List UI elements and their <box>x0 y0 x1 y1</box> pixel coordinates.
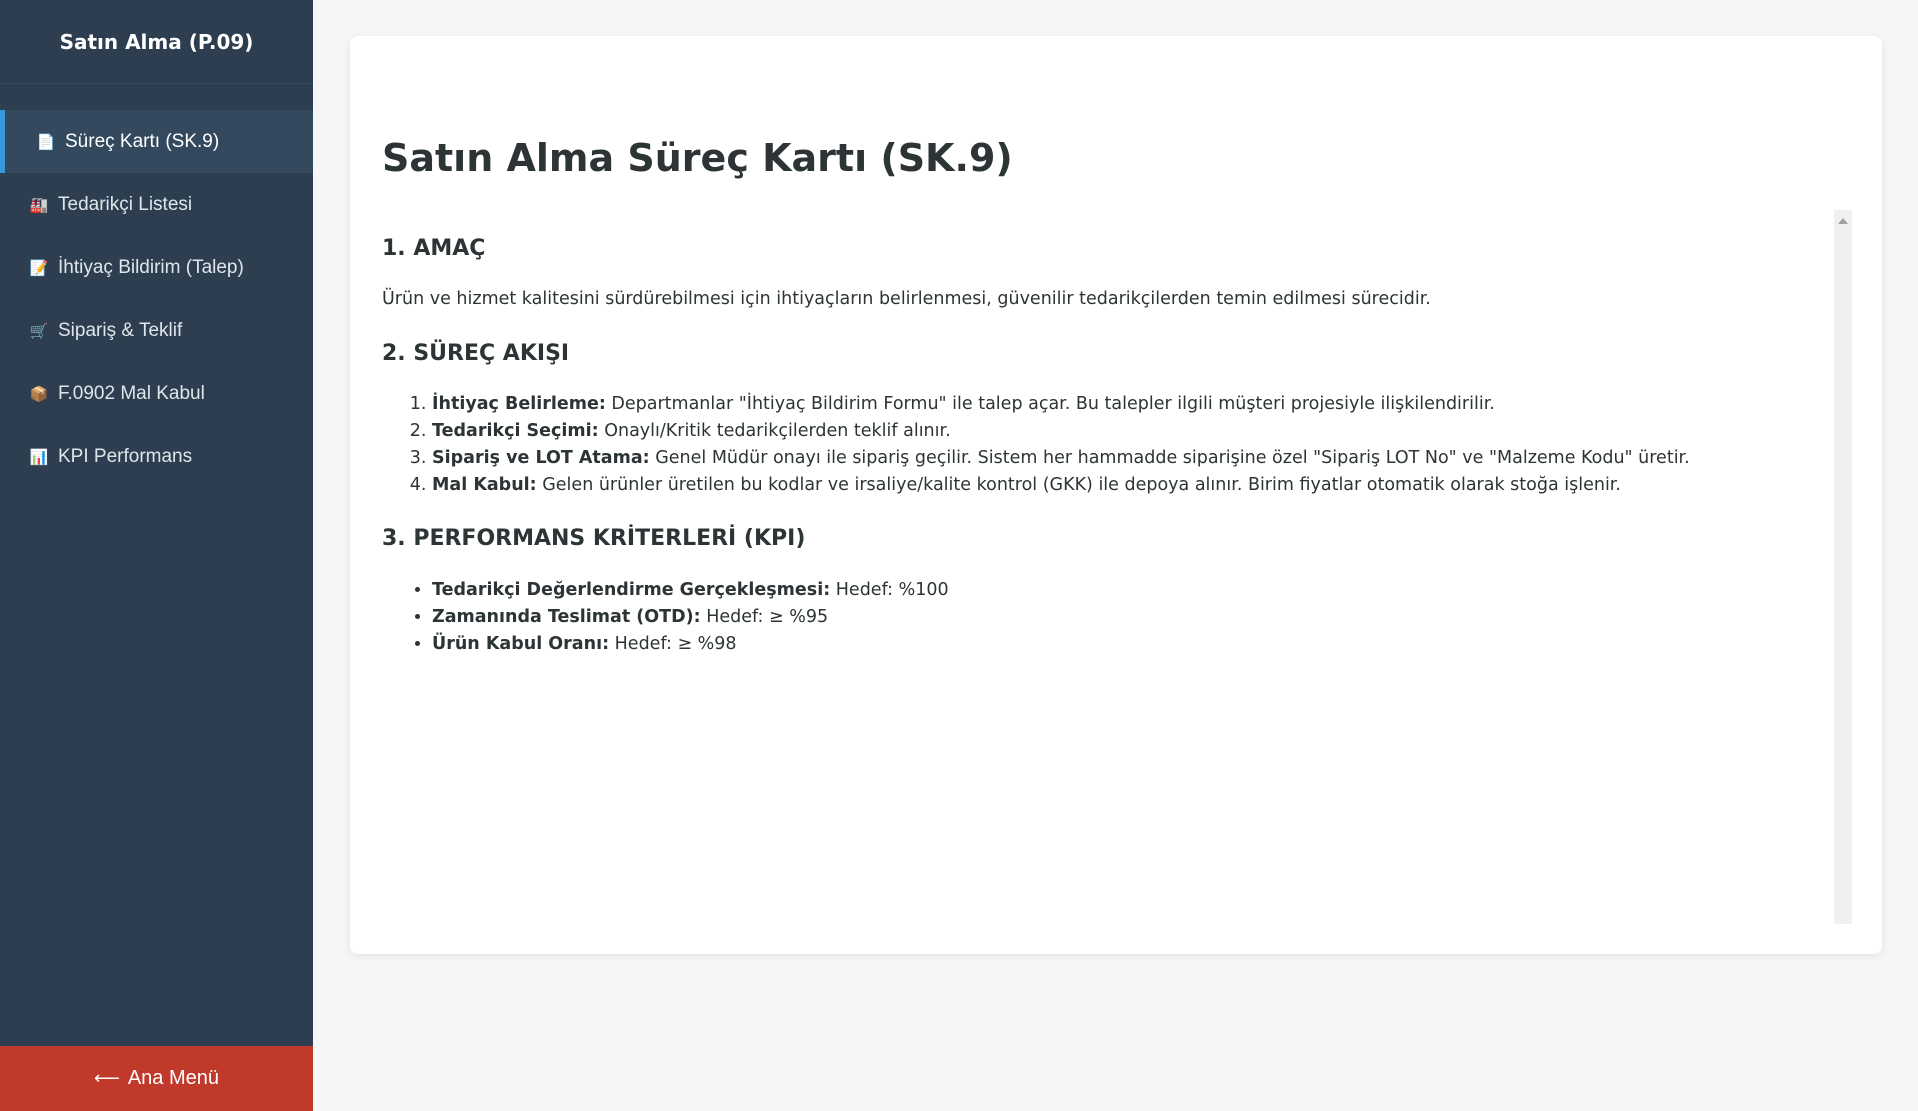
factory-icon: 🏭 <box>29 196 49 214</box>
main-menu-button[interactable]: ⟵ Ana Menü <box>0 1046 313 1111</box>
list-item: Zamanında Teslimat (OTD): Hedef: ≥ %95 <box>432 604 1852 631</box>
section-heading-purpose: 1. AMAÇ <box>382 236 486 261</box>
list-item-label: Ürün Kabul Oranı: <box>432 634 610 654</box>
list-item-label: Zamanında Teslimat (OTD): <box>432 607 701 627</box>
list-item: Tedarikçi Değerlendirme Gerçekleşmesi: H… <box>432 577 1852 604</box>
list-item: Mal Kabul: Gelen ürünler üretilen bu kod… <box>432 472 1852 499</box>
cart-icon: 🛒 <box>29 322 49 340</box>
section-heading-kpi: 3. PERFORMANS KRİTERLERİ (KPI) <box>382 526 806 551</box>
list-item-label: Sipariş ve LOT Atama: <box>432 448 650 468</box>
sidebar-item-label: KPI Performans <box>58 445 193 467</box>
arrow-left-icon: ⟵ <box>94 1068 120 1088</box>
list-item-text: Hedef: ≥ %98 <box>609 634 737 654</box>
sidebar-item-order-quote[interactable]: 🛒 Sipariş & Teklif <box>0 299 313 362</box>
list-item: İhtiyaç Belirleme: Departmanlar "İhtiyaç… <box>432 391 1852 418</box>
document-icon: 📄 <box>36 133 56 151</box>
sidebar-item-label: Süreç Kartı (SK.9) <box>65 130 220 152</box>
sidebar-item-label: İhtiyaç Bildirim (Talep) <box>58 256 244 278</box>
sidebar-item-need-request[interactable]: 📝 İhtiyaç Bildirim (Talep) <box>0 236 313 299</box>
sidebar: Satın Alma (P.09) 📄 Süreç Kartı (SK.9) 🏭… <box>0 0 313 1111</box>
memo-icon: 📝 <box>29 259 49 277</box>
sidebar-item-label: Tedarikçi Listesi <box>58 193 193 215</box>
bar-chart-icon: 📊 <box>29 448 49 466</box>
main-menu-label: Ana Menü <box>127 1067 219 1089</box>
main-content: Satın Alma Süreç Kartı (SK.9) 1. AMAÇ Ür… <box>313 0 1918 1111</box>
sidebar-item-kpi[interactable]: 📊 KPI Performans <box>0 425 313 488</box>
list-item: Sipariş ve LOT Atama: Genel Müdür onayı … <box>432 445 1852 472</box>
scroll-up-icon[interactable] <box>1838 218 1848 224</box>
list-item-label: Tedarikçi Seçimi: <box>432 421 599 441</box>
list-item-text: Hedef: %100 <box>830 580 949 600</box>
content-card: Satın Alma Süreç Kartı (SK.9) 1. AMAÇ Ür… <box>350 36 1882 954</box>
list-item-label: Mal Kabul: <box>432 475 537 495</box>
list-item-text: Onaylı/Kritik tedarikçilerden teklif alı… <box>598 421 951 441</box>
process-flow-list: İhtiyaç Belirleme: Departmanlar "İhtiyaç… <box>382 391 1852 499</box>
list-item-text: Gelen ürünler üretilen bu kodlar ve irsa… <box>536 475 1621 495</box>
section-heading-flow: 2. SÜREÇ AKIŞI <box>382 341 570 366</box>
app-window: Satın Alma (P.09) 📄 Süreç Kartı (SK.9) 🏭… <box>0 0 1918 1111</box>
sidebar-item-label: Sipariş & Teklif <box>58 319 183 341</box>
sidebar-item-goods-receipt[interactable]: 📦 F.0902 Mal Kabul <box>0 362 313 425</box>
sidebar-item-process-card[interactable]: 📄 Süreç Kartı (SK.9) <box>0 110 313 173</box>
list-item-text: Hedef: ≥ %95 <box>700 607 829 627</box>
kpi-list: Tedarikçi Değerlendirme Gerçekleşmesi: H… <box>382 577 1852 658</box>
document-scrollbar[interactable] <box>1834 210 1852 924</box>
list-item-label: Tedarikçi Değerlendirme Gerçekleşmesi: <box>432 580 831 600</box>
purpose-text: Ürün ve hizmet kalitesini sürdürebilmesi… <box>382 289 1431 309</box>
list-item: Tedarikçi Seçimi: Onaylı/Kritik tedarikç… <box>432 418 1852 445</box>
package-icon: 📦 <box>29 385 49 403</box>
list-item-label: İhtiyaç Belirleme: <box>432 394 606 414</box>
list-item-text: Genel Müdür onayı ile sipariş geçilir. S… <box>649 448 1690 468</box>
sidebar-item-supplier-list[interactable]: 🏭 Tedarikçi Listesi <box>0 173 313 236</box>
sidebar-item-label: F.0902 Mal Kabul <box>58 382 205 404</box>
document-frame[interactable]: 1. AMAÇ Ürün ve hizmet kalitesini sürdür… <box>382 174 1852 924</box>
sidebar-title: Satın Alma (P.09) <box>0 0 313 84</box>
list-item-text: Departmanlar "İhtiyaç Bildirim Formu" il… <box>605 394 1495 414</box>
sidebar-nav: 📄 Süreç Kartı (SK.9) 🏭 Tedarikçi Listesi… <box>0 110 313 488</box>
list-item: Ürün Kabul Oranı: Hedef: ≥ %98 <box>432 631 1852 658</box>
